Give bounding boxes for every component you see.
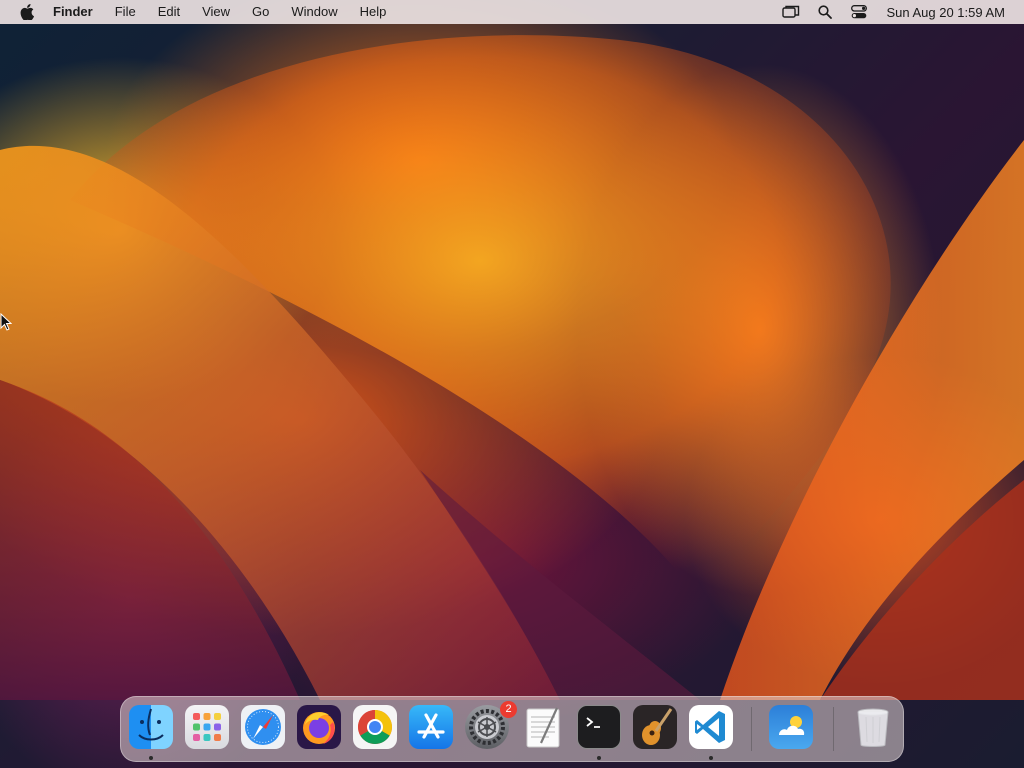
dock-weather[interactable] <box>769 705 815 751</box>
menu-view[interactable]: View <box>191 0 241 24</box>
dock-system-settings[interactable]: 2 <box>465 701 517 751</box>
dock-vscode[interactable] <box>689 705 735 760</box>
running-indicator <box>709 756 713 760</box>
app-menu-finder[interactable]: Finder <box>51 0 104 24</box>
vscode-icon <box>689 705 733 749</box>
spotlight-search-icon[interactable] <box>814 0 836 24</box>
finder-icon <box>129 705 173 749</box>
mouse-cursor-icon <box>0 312 13 336</box>
menu-go[interactable]: Go <box>241 0 280 24</box>
dock-safari[interactable] <box>241 705 287 751</box>
weather-icon <box>769 705 813 749</box>
garageband-icon <box>633 705 677 749</box>
launchpad-icon <box>185 705 229 749</box>
dock-launchpad[interactable] <box>185 705 231 751</box>
screen-mirroring-icon[interactable] <box>780 0 802 24</box>
apple-menu-icon[interactable] <box>17 2 37 22</box>
terminal-icon <box>577 705 621 749</box>
running-indicator <box>149 756 153 760</box>
chrome-icon <box>353 705 397 749</box>
menu-bar-clock[interactable]: Sun Aug 20 1:59 AM <box>876 5 1024 20</box>
dock-chrome[interactable] <box>353 705 399 751</box>
menu-bar: Finder File Edit View Go Window Help Sun… <box>0 0 1024 24</box>
textedit-icon <box>521 705 565 749</box>
running-indicator <box>597 756 601 760</box>
dock: 2 <box>120 696 904 762</box>
dock-textedit[interactable] <box>521 705 567 751</box>
safari-icon <box>241 705 285 749</box>
menu-help[interactable]: Help <box>349 0 398 24</box>
dock-garageband[interactable] <box>633 705 679 751</box>
menu-bar-right: Sun Aug 20 1:59 AM <box>774 0 1024 24</box>
desktop-wallpaper <box>0 0 1024 768</box>
dock-terminal[interactable] <box>577 705 623 760</box>
menu-edit[interactable]: Edit <box>147 0 191 24</box>
dock-trash[interactable] <box>851 705 897 751</box>
trash-icon <box>851 705 895 749</box>
dock-separator <box>751 707 752 751</box>
dock-app-store[interactable] <box>409 705 455 751</box>
app-store-icon <box>409 705 453 749</box>
control-center-icon[interactable] <box>848 0 870 24</box>
firefox-icon <box>297 705 341 749</box>
notification-badge: 2 <box>500 701 517 718</box>
menu-bar-left: Finder File Edit View Go Window Help <box>0 0 397 24</box>
dock-separator <box>833 707 834 751</box>
dock-finder[interactable] <box>129 705 175 760</box>
menu-window[interactable]: Window <box>280 0 348 24</box>
dock-firefox[interactable] <box>297 705 343 751</box>
menu-file[interactable]: File <box>104 0 147 24</box>
